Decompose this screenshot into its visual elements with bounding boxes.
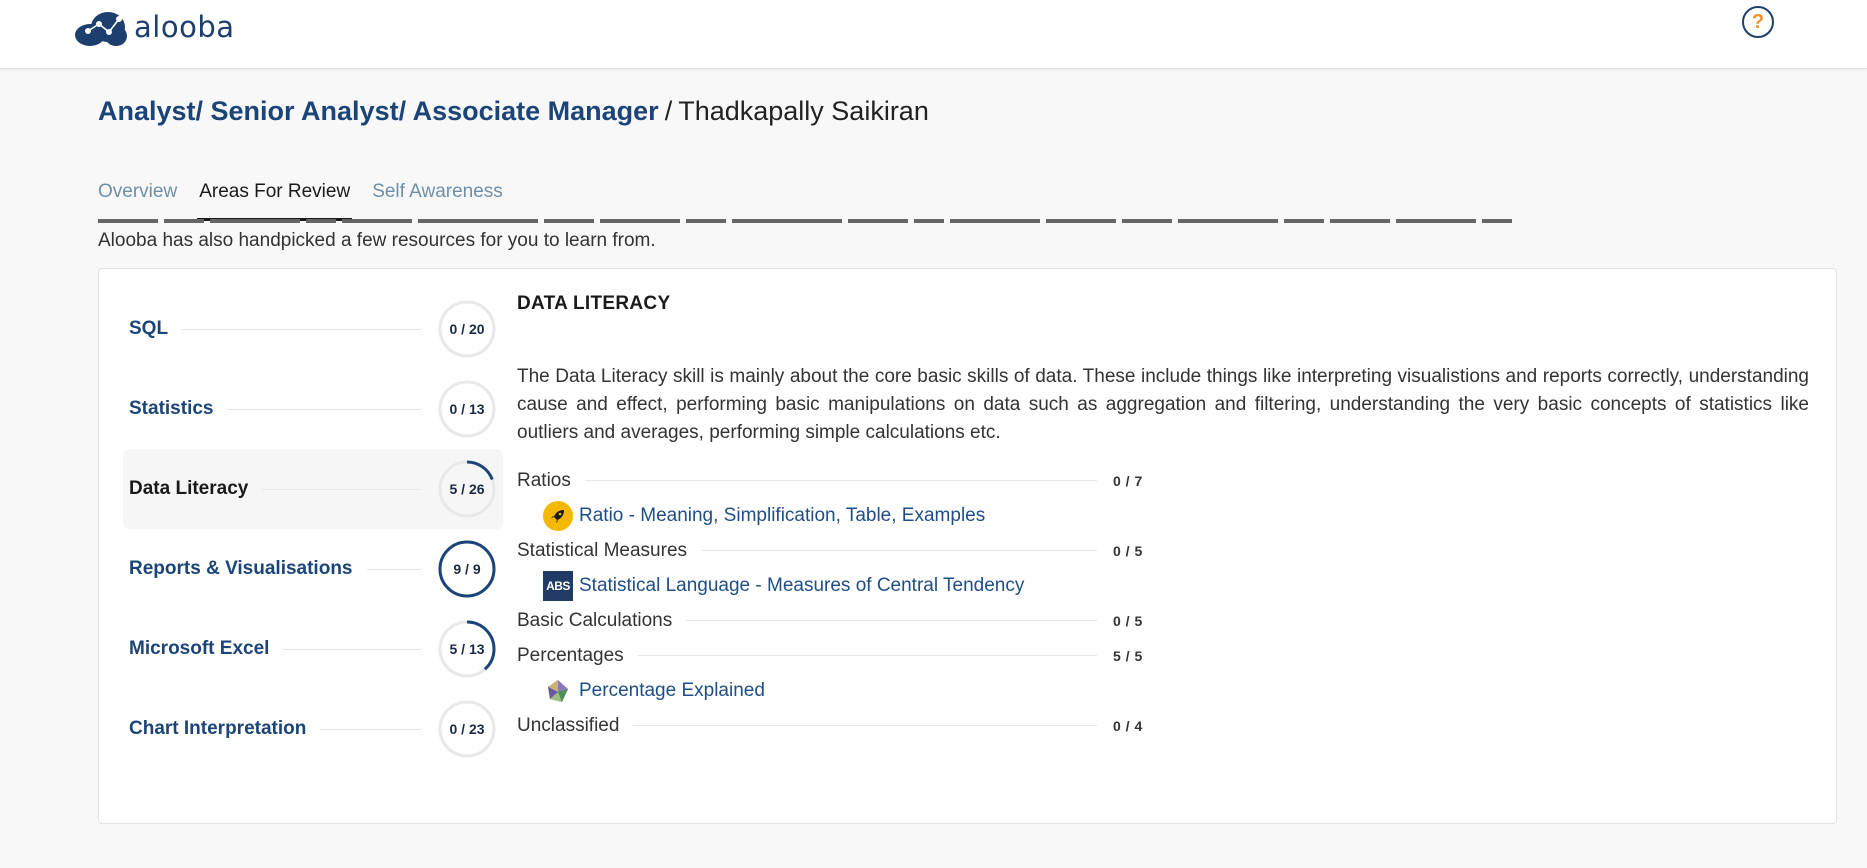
score-label: 0 / 23 xyxy=(449,721,485,737)
score-label: 5 / 26 xyxy=(449,481,485,497)
cloud-logo-icon xyxy=(75,12,127,46)
resource-link-label[interactable]: Ratio - Meaning, Simplification, Table, … xyxy=(579,505,985,527)
subskill-row: Statistical Measures 0 / 5 xyxy=(517,533,1147,568)
tab-overview[interactable]: Overview xyxy=(98,181,177,221)
subskill-name: Percentages xyxy=(517,644,624,666)
alooba-logo[interactable]: alooba xyxy=(72,3,235,51)
skill-row-reports-visualisations[interactable]: Reports & Visualisations 9 / 9 xyxy=(123,529,503,609)
score-ring: 5 / 26 xyxy=(437,459,497,519)
divider xyxy=(227,408,421,410)
subskill-score: 0 / 5 xyxy=(1113,612,1143,629)
subskill-row: Basic Calculations 0 / 5 xyxy=(517,603,1147,638)
page-title: Analyst/ Senior Analyst/ Associate Manag… xyxy=(98,96,929,127)
prism-icon xyxy=(543,676,573,706)
subskill-name: Ratios xyxy=(517,469,571,491)
score-ring: 0 / 13 xyxy=(437,379,497,439)
subskill-row: Ratios 0 / 7 xyxy=(517,463,1147,498)
skill-row-microsoft-excel[interactable]: Microsoft Excel 5 / 13 xyxy=(123,609,503,689)
subskill-score: 0 / 7 xyxy=(1113,472,1143,489)
skill-row-sql[interactable]: SQL 0 / 20 xyxy=(123,289,503,369)
subskill-row: Percentages 5 / 5 xyxy=(517,638,1147,673)
subskill-name: Unclassified xyxy=(517,714,620,736)
resource-link[interactable]: ABS Statistical Language - Measures of C… xyxy=(517,568,1147,603)
divider xyxy=(584,480,1097,481)
tab-areas-for-review[interactable]: Areas For Review xyxy=(197,181,353,221)
subskill-score: 0 / 5 xyxy=(1113,542,1143,559)
divider xyxy=(701,550,1097,551)
subskill-score: 5 / 5 xyxy=(1113,647,1143,664)
tab-self-awareness[interactable]: Self Awareness xyxy=(372,181,503,221)
divider xyxy=(262,488,421,490)
score-label: 0 / 20 xyxy=(449,321,485,337)
divider xyxy=(320,728,421,730)
top-bar: alooba ? xyxy=(0,0,1867,69)
skill-list: SQL 0 / 20 Statistics 0 / 13 Data Litera… xyxy=(123,289,503,769)
logo-text: alooba xyxy=(134,10,235,44)
skill-name: Microsoft Excel xyxy=(129,638,270,659)
score-ring: 5 / 13 xyxy=(437,619,497,679)
skill-row-statistics[interactable]: Statistics 0 / 13 xyxy=(123,369,503,449)
divider xyxy=(686,620,1097,621)
scrolled-text-fragment xyxy=(98,218,1798,224)
divider xyxy=(366,568,421,570)
divider xyxy=(182,328,421,330)
score-label: 9 / 9 xyxy=(453,561,481,577)
skill-name: SQL xyxy=(129,318,169,339)
skill-name: Statistics xyxy=(129,398,214,419)
candidate-name: Thadkapally Saikiran xyxy=(678,96,929,126)
detail-description: The Data Literacy skill is mainly about … xyxy=(517,366,1809,443)
subskill-score: 0 / 4 xyxy=(1113,717,1143,734)
skills-card: SQL 0 / 20 Statistics 0 / 13 Data Litera… xyxy=(98,268,1837,824)
skill-name: Reports & Visualisations xyxy=(129,558,353,579)
resource-link-label[interactable]: Statistical Language - Measures of Centr… xyxy=(579,575,1024,597)
score-ring: 0 / 23 xyxy=(437,699,497,759)
abs-logo-icon: ABS xyxy=(543,570,573,601)
help-button[interactable]: ? xyxy=(1742,6,1774,38)
rocket-icon xyxy=(543,500,573,531)
intro-text: Alooba has also handpicked a few resourc… xyxy=(98,230,656,251)
skill-row-data-literacy[interactable]: Data Literacy 5 / 26 xyxy=(123,449,503,529)
subskill-name: Statistical Measures xyxy=(517,539,688,561)
question-icon: ? xyxy=(1751,10,1765,33)
divider xyxy=(283,648,421,650)
detail-title: DATA LITERACY xyxy=(517,293,671,314)
skill-name: Chart Interpretation xyxy=(129,718,307,739)
divider xyxy=(637,655,1097,656)
score-label: 0 / 13 xyxy=(449,401,485,417)
title-separator: / xyxy=(664,96,673,126)
score-ring: 9 / 9 xyxy=(437,539,497,599)
subskill-name: Basic Calculations xyxy=(517,609,673,631)
subskill-row: Unclassified 0 / 4 xyxy=(517,708,1147,743)
skill-name: Data Literacy xyxy=(129,478,249,499)
score-ring: 0 / 20 xyxy=(437,299,497,359)
resource-link-label[interactable]: Percentage Explained xyxy=(579,680,765,702)
subskill-list: Ratios 0 / 7 Ratio - Meaning, Simplifica… xyxy=(517,463,1147,743)
skill-detail: DATA LITERACY The Data Literacy skill is… xyxy=(517,293,1809,743)
skill-row-chart-interpretation[interactable]: Chart Interpretation 0 / 23 xyxy=(123,689,503,769)
score-label: 5 / 13 xyxy=(449,641,485,657)
resource-link[interactable]: Ratio - Meaning, Simplification, Table, … xyxy=(517,498,1147,533)
divider xyxy=(633,725,1097,726)
role-title[interactable]: Analyst/ Senior Analyst/ Associate Manag… xyxy=(98,96,659,126)
report-tabs: Overview Areas For Review Self Awareness xyxy=(98,181,523,221)
resource-link[interactable]: Percentage Explained xyxy=(517,673,1147,708)
